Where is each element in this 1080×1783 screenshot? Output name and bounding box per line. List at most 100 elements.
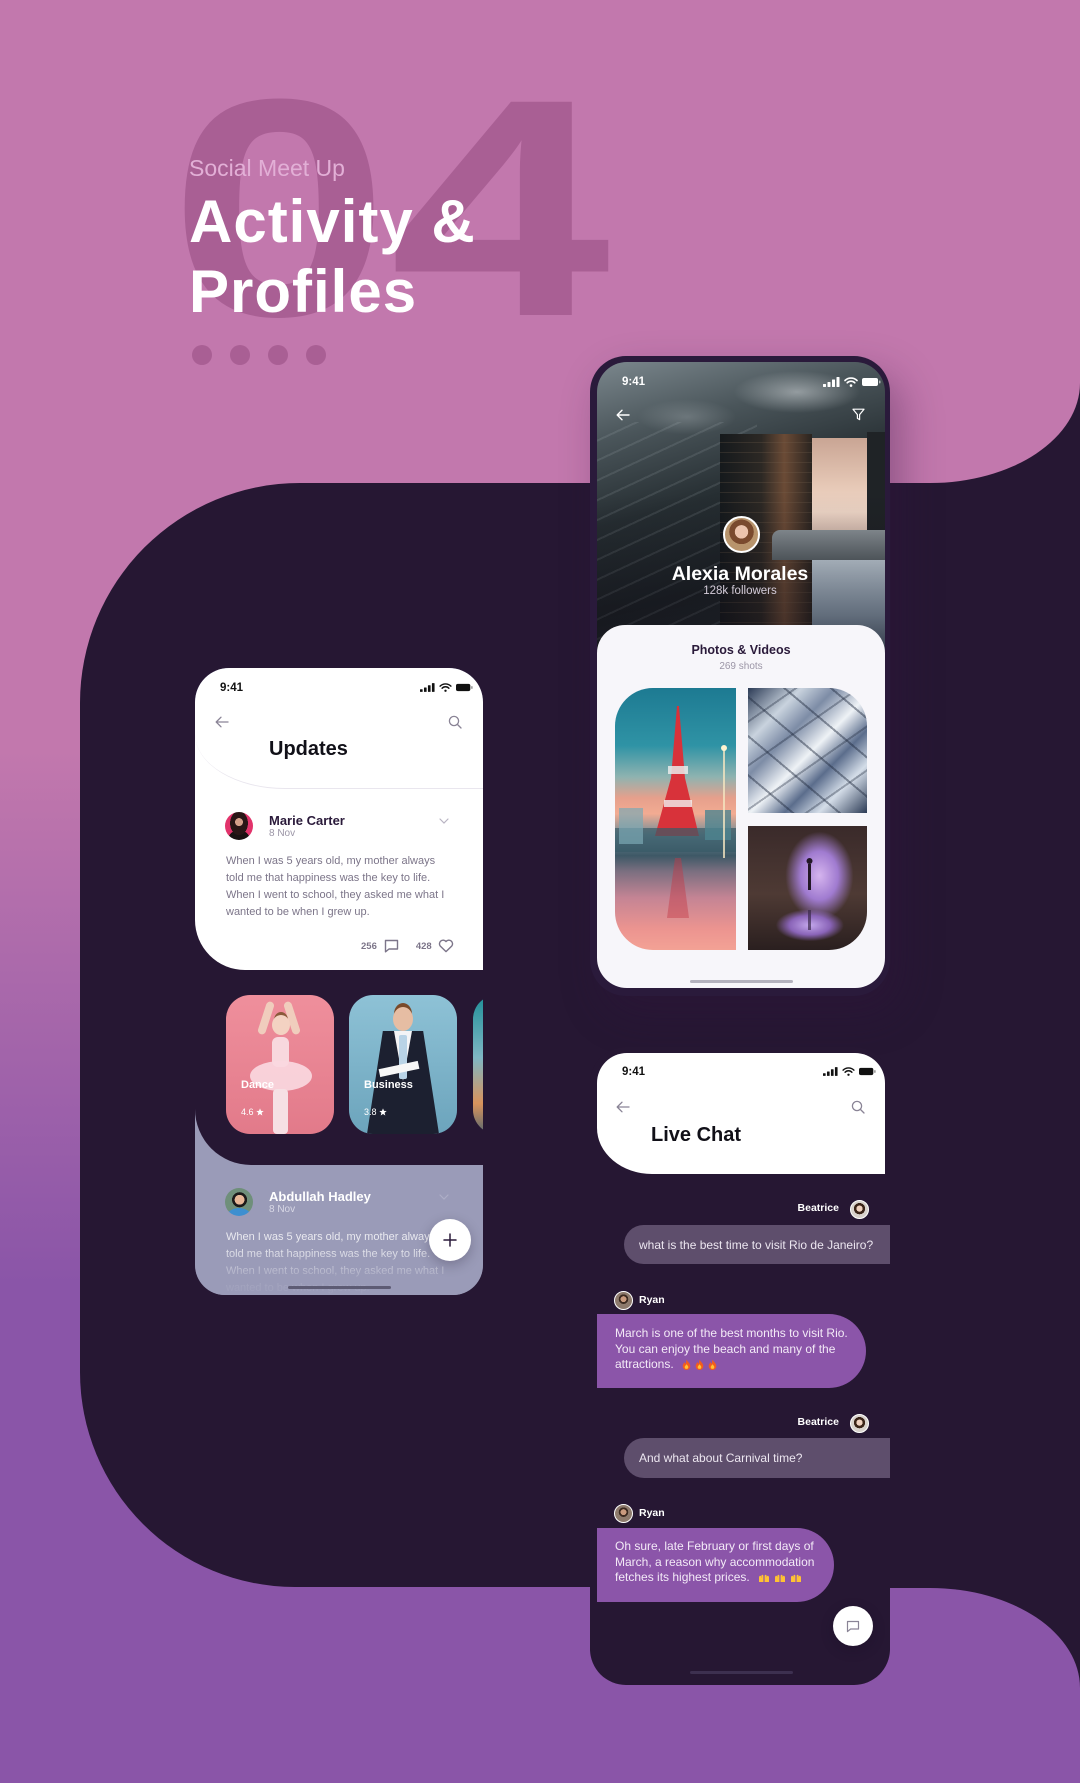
fire-emoji-icon [708, 1359, 717, 1371]
search-icon [851, 1100, 865, 1114]
cover-photo [597, 362, 885, 652]
photo-cave[interactable] [748, 826, 867, 950]
illustration-legs [273, 1089, 288, 1134]
updates-phone: Dance 4.6 Business 3.8 9:41 Updates Mari… [195, 668, 483, 1295]
post-body: When I was 5 years old, my mother always… [226, 853, 444, 921]
search-button[interactable] [850, 1099, 866, 1115]
wifi-icon [842, 1067, 855, 1076]
message-line: You can enjoy the beach and many of the [615, 1342, 866, 1358]
battery-icon [859, 1067, 876, 1076]
status-icons [823, 1067, 876, 1076]
page-dot[interactable] [192, 345, 212, 365]
photo-architecture[interactable] [748, 688, 867, 813]
media-title: Photos & Videos [691, 643, 791, 657]
arrow-left-icon [616, 1101, 630, 1113]
post-body-line: wanted to be when I grew up. [226, 906, 370, 918]
message-bubble-outgoing[interactable]: And what about Carnival time? [624, 1438, 890, 1478]
like-button[interactable] [438, 939, 454, 953]
post-date: 8 Nov [269, 828, 296, 839]
profile-followers: 128k followers [703, 585, 777, 597]
sender-avatar[interactable] [614, 1504, 633, 1523]
rating-value: 4.6 [241, 1107, 254, 1117]
category-card-dance[interactable]: Dance 4.6 [226, 995, 334, 1134]
post-author[interactable]: Marie Carter [269, 814, 345, 827]
page-dot[interactable] [230, 345, 250, 365]
sender-avatar[interactable] [614, 1291, 633, 1310]
message-sender: Beatrice [797, 1416, 839, 1428]
profile-avatar[interactable] [723, 516, 760, 553]
post-body-line: told me that happiness was the key to li… [226, 872, 431, 884]
search-button[interactable] [447, 714, 463, 730]
back-button[interactable] [214, 714, 230, 730]
heart-icon [438, 939, 454, 953]
status-time: 9:41 [622, 376, 646, 388]
chevron-down-icon [439, 1194, 449, 1200]
post-menu-button[interactable] [437, 815, 451, 827]
raised-hands-emoji-icon [790, 1573, 802, 1583]
home-indicator [690, 1671, 793, 1674]
new-message-button[interactable] [833, 1606, 873, 1646]
page-dot[interactable] [268, 345, 288, 365]
plus-icon [443, 1233, 457, 1247]
cover-shade [597, 362, 885, 652]
back-button[interactable] [615, 407, 631, 423]
raised-hands-emoji-icon [774, 1573, 786, 1583]
wifi-icon [439, 683, 452, 692]
chat-bubble-icon [846, 1620, 860, 1633]
profile-name: Alexia Morales [671, 563, 809, 585]
author-avatar[interactable] [225, 1188, 253, 1216]
filter-button[interactable] [850, 406, 866, 422]
comment-count: 256 [361, 940, 377, 952]
wifi-icon [844, 377, 858, 387]
message-sender: Beatrice [797, 1202, 839, 1214]
screen-title: Live Chat [651, 1124, 742, 1146]
message-bubble-incoming[interactable]: Oh sure, late February or first days of … [597, 1528, 834, 1602]
message-sender: Ryan [639, 1507, 665, 1519]
add-post-button[interactable] [429, 1219, 471, 1261]
author-avatar[interactable] [225, 812, 253, 840]
home-indicator [690, 980, 793, 983]
category-card-business[interactable]: Business 3.8 [349, 995, 457, 1134]
category-label: Dance [241, 1079, 275, 1091]
profile-phone: 9:41 Alexia Morales 128k followers Photo… [590, 356, 890, 996]
comment-button[interactable] [384, 939, 399, 953]
message-text: You can enjoy the beach and many of the [615, 1341, 836, 1356]
post-menu-button[interactable] [437, 1191, 451, 1203]
cave-silhouette [806, 858, 813, 930]
page-dots [192, 345, 326, 365]
message-text: attractions. [615, 1357, 674, 1371]
screen-title: Updates [269, 738, 348, 760]
category-card-partial[interactable] [473, 995, 483, 1134]
status-time: 9:41 [622, 1066, 646, 1078]
category-label: Business [364, 1079, 413, 1091]
message-sender: Ryan [639, 1294, 665, 1306]
post-date: 8 Nov [269, 1204, 296, 1215]
message-text: what is the best time to visit Rio de Ja… [639, 1237, 874, 1252]
message-bubble-incoming[interactable]: March is one of the best months to visit… [597, 1314, 866, 1388]
filter-icon [851, 408, 865, 421]
sender-avatar[interactable] [850, 1200, 869, 1219]
star-icon [255, 1108, 264, 1116]
post-author[interactable]: Abdullah Hadley [269, 1190, 371, 1203]
search-icon [448, 715, 462, 729]
rating-value: 3.8 [364, 1107, 377, 1117]
hero-title-line: Activity & [189, 188, 476, 255]
chat-phone: 9:41 Live Chat Beatrice what is the best… [590, 1047, 890, 1685]
message-text: Oh sure, late February or first days of [615, 1539, 814, 1553]
star-icon [378, 1108, 387, 1116]
message-line: March is one of the best months to visit… [615, 1326, 866, 1342]
illustration-head [393, 1007, 413, 1031]
illustration-head [272, 1015, 290, 1035]
photo-tokyo-tower[interactable] [615, 688, 736, 950]
hero-subtitle: Social Meet Up [189, 155, 345, 181]
post-body-line: When I was 5 years old, my mother always [226, 1231, 436, 1243]
sender-avatar[interactable] [850, 1414, 869, 1433]
back-button[interactable] [615, 1099, 631, 1115]
status-icons [823, 377, 881, 387]
message-line: Oh sure, late February or first days of [615, 1539, 834, 1555]
message-bubble-outgoing[interactable]: what is the best time to visit Rio de Ja… [624, 1225, 890, 1264]
page-dot[interactable] [306, 345, 326, 365]
like-count: 428 [415, 940, 432, 952]
chat-header: 9:41 Live Chat [597, 1053, 885, 1174]
message-text: And what about Carnival time? [639, 1451, 803, 1465]
